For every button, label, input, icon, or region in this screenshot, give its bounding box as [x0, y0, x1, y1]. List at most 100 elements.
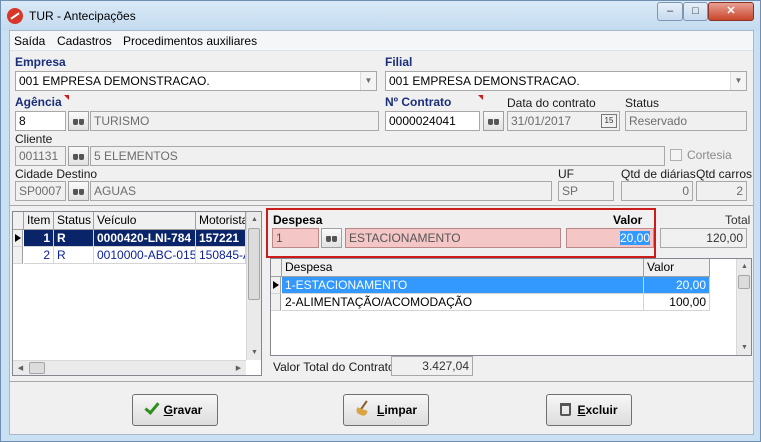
qtd-diarias-field: 0 [621, 181, 693, 201]
chevron-down-icon[interactable]: ▼ [360, 72, 376, 90]
menu-procedimentos-auxiliares[interactable]: Procedimentos auxiliares [123, 34, 257, 48]
scroll-down-icon[interactable]: ▼ [737, 340, 751, 355]
scroll-thumb[interactable] [248, 228, 260, 300]
excluir-label: xcluir [585, 403, 618, 417]
cell-veiculo: 0010000-ABC-0152 [94, 247, 196, 264]
menu-cadastros[interactable]: Cadastros [57, 34, 112, 48]
title-bar: TUR - Antecipações – □ ✕ [1, 1, 760, 30]
vertical-scrollbar[interactable]: ▲ ▼ [736, 259, 751, 355]
close-button[interactable]: ✕ [708, 2, 754, 21]
binoculars-icon [72, 152, 85, 161]
menu-saida[interactable]: Saída [14, 34, 45, 48]
uf-label: UF [558, 167, 574, 181]
row-indicator [271, 294, 281, 311]
column-header-item[interactable]: Item [24, 212, 54, 230]
qtd-diarias-label: Qtd de diárias [621, 167, 696, 181]
required-marker [64, 95, 69, 100]
data-contrato-value: 31/01/2017 [511, 114, 572, 128]
required-marker [478, 95, 483, 100]
cell-motorista: 150845-A [196, 247, 246, 264]
horizontal-scrollbar[interactable]: ◀ ▶ [13, 360, 246, 375]
cell-item: 2 [24, 247, 54, 264]
cliente-name-field: 5 ELEMENTOS [90, 146, 665, 166]
empresa-label: Empresa [15, 55, 66, 69]
row-indicator [271, 277, 281, 294]
highlight-box [266, 208, 656, 258]
column-header-motorista[interactable]: Motorista [196, 212, 246, 230]
row-indicator [13, 230, 23, 247]
window-title: TUR - Antecipações [29, 9, 136, 23]
total-label: Total [725, 213, 751, 227]
qtd-carros-field: 2 [696, 181, 747, 201]
data-contrato-label: Data do contrato [507, 96, 596, 110]
column-header-status[interactable]: Status [54, 212, 94, 230]
grid-corner [13, 212, 24, 230]
trash-icon [560, 403, 572, 416]
filial-label: Filial [385, 55, 413, 69]
gravar-label: ravar [172, 403, 203, 417]
limpar-label: impar [384, 403, 418, 417]
check-icon [144, 399, 160, 415]
cliente-label: Cliente [15, 132, 53, 146]
cell-veiculo: 0000420-LNI-784 [94, 230, 196, 247]
empresa-select[interactable]: 001 EMPRESA DEMONSTRACAO. ▼ [15, 71, 377, 91]
cidade-code-field: SP0007 [15, 181, 66, 201]
current-row-icon [273, 281, 279, 289]
cell-valor: 100,00 [644, 294, 710, 311]
agencia-name-field: TURISMO [90, 111, 379, 131]
binoculars-icon [72, 187, 85, 196]
contrato-input[interactable]: 0000024041 [385, 111, 480, 131]
scroll-left-icon[interactable]: ◀ [13, 361, 28, 375]
limpar-button[interactable]: Limpar [343, 394, 429, 426]
excluir-button[interactable]: Excluir [546, 394, 632, 426]
excluir-accel: E [577, 403, 586, 417]
minimize-button[interactable]: – [657, 2, 683, 21]
column-header-veiculo[interactable]: Veículo [94, 212, 196, 230]
maximize-button[interactable]: □ [683, 2, 708, 21]
column-header-despesa[interactable]: Despesa [282, 259, 644, 277]
scroll-down-icon[interactable]: ▼ [247, 345, 261, 360]
filial-select[interactable]: 001 EMPRESA DEMONSTRACAO. ▼ [385, 71, 747, 91]
vehicles-grid[interactable]: Item Status Veículo Motorista 1 R 000042… [12, 211, 262, 376]
cell-item: 1 [24, 230, 54, 247]
binoculars-icon [72, 117, 85, 126]
row-indicator [13, 247, 23, 264]
agencia-code-input[interactable]: 8 [15, 111, 66, 131]
current-row-icon [15, 234, 21, 242]
app-logo-icon [7, 8, 23, 24]
column-header-valor[interactable]: Valor [644, 259, 710, 277]
filial-value: 001 EMPRESA DEMONSTRACAO. [389, 74, 580, 88]
agencia-search-button[interactable] [68, 111, 89, 131]
cell-valor: 20,00 [644, 277, 710, 294]
cliente-search-button[interactable] [68, 146, 89, 166]
status-field: Reservado [625, 111, 747, 131]
cidade-destino-label: Cidade Destino [15, 167, 98, 181]
contrato-search-button[interactable] [483, 111, 504, 131]
total-field: 120,00 [660, 228, 747, 248]
cell-despesa: 2-ALIMENTAÇÃO/ACOMODAÇÃO [282, 294, 644, 311]
calendar-icon[interactable]: 15 [601, 114, 617, 128]
scroll-thumb[interactable] [738, 275, 750, 289]
gravar-accel: G [163, 403, 173, 417]
cell-despesa: 1-ESTACIONAMENTO [282, 277, 644, 294]
expenses-grid[interactable]: Despesa Valor 1-ESTACIONAMENTO 20,00 2-A… [270, 258, 752, 356]
scroll-thumb[interactable] [29, 362, 45, 374]
cidade-search-button[interactable] [68, 181, 89, 201]
menu-bar: Saída Cadastros Procedimentos auxiliares [10, 31, 753, 51]
valor-total-contrato-field: 3.427,04 [391, 356, 473, 376]
data-contrato-field: 31/01/2017 15 [507, 111, 620, 131]
cell-motorista: 157221 [196, 230, 246, 247]
valor-total-contrato-label: Valor Total do Contrato: [273, 360, 398, 374]
cortesia-checkbox[interactable] [670, 149, 682, 161]
app-window: TUR - Antecipações – □ ✕ Saída Cadastros… [0, 0, 761, 442]
scroll-up-icon[interactable]: ▲ [247, 212, 261, 227]
cell-status: R [54, 247, 94, 264]
divider [10, 381, 753, 382]
scroll-right-icon[interactable]: ▶ [231, 361, 246, 375]
vertical-scrollbar[interactable]: ▲ ▼ [246, 212, 261, 360]
chevron-down-icon[interactable]: ▼ [730, 72, 746, 90]
gravar-button[interactable]: Gravar [132, 394, 218, 426]
empresa-value: 001 EMPRESA DEMONSTRACAO. [19, 74, 210, 88]
uf-field: SP [558, 181, 614, 201]
scroll-up-icon[interactable]: ▲ [737, 259, 751, 274]
